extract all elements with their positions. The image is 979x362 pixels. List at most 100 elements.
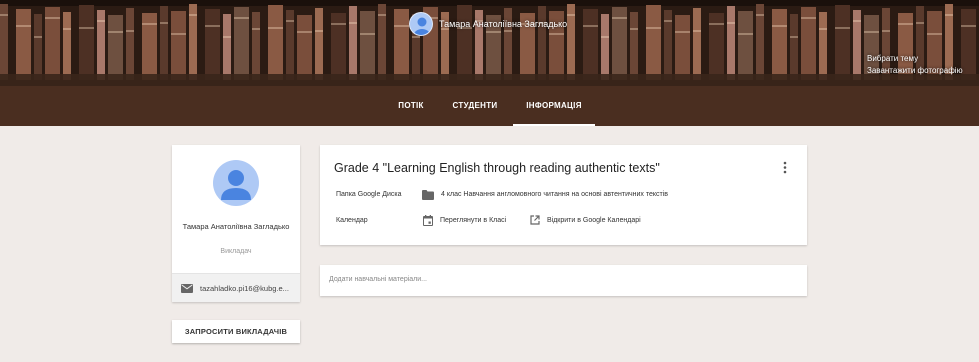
select-theme-link[interactable]: Вибрати тему (867, 53, 963, 65)
book-spine (223, 14, 231, 80)
teacher-email: tazahladko.pi16@kubg.e... (200, 283, 289, 293)
book-band (97, 20, 105, 22)
book-spine (790, 14, 798, 80)
view-in-classroom-link[interactable]: Переглянути в Класі (440, 217, 506, 224)
book-spine (315, 8, 323, 80)
book-band (898, 23, 913, 25)
book-spine (108, 15, 123, 80)
book-band (63, 28, 71, 30)
book-band (790, 36, 798, 38)
book-band (853, 20, 861, 22)
book-spine (738, 11, 753, 80)
book-band (79, 27, 94, 29)
banner-teacher-name: Тамара Анатоліївна Загладько (439, 19, 568, 29)
book-spine (835, 5, 850, 80)
book-band (709, 23, 724, 25)
folder-label: Папка Google Диска (336, 191, 402, 198)
book-band (612, 17, 627, 19)
book-band (286, 20, 294, 22)
teacher-email-row[interactable]: tazahladko.pi16@kubg.e... (172, 273, 300, 302)
book-band (394, 25, 409, 27)
person-avatar-icon (213, 160, 259, 206)
teacher-card: Тамара Анатоліївна Загладько Викладач ta… (172, 145, 300, 302)
book-band (675, 31, 690, 33)
book-spine (583, 9, 598, 80)
book-band (727, 22, 735, 24)
teacher-name: Тамара Анатоліївна Загладько (182, 222, 290, 231)
drive-folder-link[interactable]: 4 клас Навчання англомовного читання на … (441, 191, 668, 198)
teacher-role: Викладач (220, 248, 252, 255)
book-band (360, 33, 375, 35)
mail-icon (181, 283, 193, 293)
tab-stream[interactable]: ПОТІК (385, 86, 437, 126)
book-spine (693, 8, 701, 80)
book-band (171, 33, 186, 35)
book-band (160, 22, 168, 24)
add-materials-field[interactable]: Додати навчальні матеріали... (320, 265, 807, 296)
book-band (646, 27, 661, 29)
book-band (297, 31, 312, 33)
book-spine (349, 6, 357, 80)
book-spine (34, 14, 42, 80)
book-band (252, 28, 260, 30)
tab-students[interactable]: СТУДЕНТИ (445, 86, 505, 126)
book-band (0, 14, 8, 16)
book-spine (646, 5, 661, 80)
banner-links: Вибрати тему Завантажити фотографію (867, 53, 963, 77)
book-band (756, 14, 764, 16)
book-spine (819, 12, 827, 80)
book-band (378, 14, 386, 16)
tab-about[interactable]: ІНФОРМАЦІЯ (513, 86, 595, 126)
book-band (108, 31, 123, 33)
book-band (189, 14, 197, 16)
book-band (693, 30, 701, 32)
book-band (945, 14, 953, 16)
add-materials-placeholder: Додати навчальні матеріали... (329, 276, 427, 283)
book-band (601, 36, 609, 38)
book-band (268, 27, 283, 29)
more-vert-icon[interactable] (781, 161, 789, 174)
book-spine (63, 12, 71, 80)
book-band (205, 25, 220, 27)
book-band (630, 28, 638, 30)
book-band (126, 30, 134, 32)
upload-photo-link[interactable]: Завантажити фотографію (867, 65, 963, 77)
book-band (234, 17, 249, 19)
book-spine (601, 14, 609, 80)
open-google-calendar-link[interactable]: Відкрити в Google Календарі (547, 217, 641, 224)
book-spine (126, 8, 134, 80)
book-spine (360, 11, 375, 80)
header-banner: Тамара Анатоліївна Загладько Вибрати тем… (0, 0, 979, 86)
book-band (412, 36, 420, 38)
book-band (583, 25, 598, 27)
book-band (882, 30, 890, 32)
book-band (819, 28, 827, 30)
book-band (927, 33, 942, 35)
book-band (16, 25, 31, 27)
open-external-icon (530, 215, 540, 225)
book-spine (79, 5, 94, 80)
book-spine (727, 6, 735, 80)
book-band (772, 25, 787, 27)
class-navbar: ПОТІК СТУДЕНТИ ІНФОРМАЦІЯ (0, 86, 979, 126)
book-spine (160, 6, 168, 80)
book-band (45, 17, 60, 19)
book-spine (772, 9, 787, 80)
book-band (331, 23, 346, 25)
calendar-icon (423, 215, 433, 226)
course-title: Grade 4 "Learning English through readin… (334, 161, 660, 175)
book-spine (630, 12, 638, 80)
book-band (349, 22, 357, 24)
banner-avatar-icon (409, 12, 433, 36)
book-band (864, 31, 879, 33)
book-band (223, 36, 231, 38)
book-spine (268, 5, 283, 80)
book-band (961, 25, 976, 27)
invite-teachers-button[interactable]: ЗАПРОСИТИ ВИКЛАДАЧІВ (172, 320, 300, 343)
book-band (664, 20, 672, 22)
folder-icon (422, 190, 434, 200)
book-band (34, 36, 42, 38)
book-spine (205, 9, 220, 80)
book-spine (16, 9, 31, 80)
book-band (142, 23, 157, 25)
